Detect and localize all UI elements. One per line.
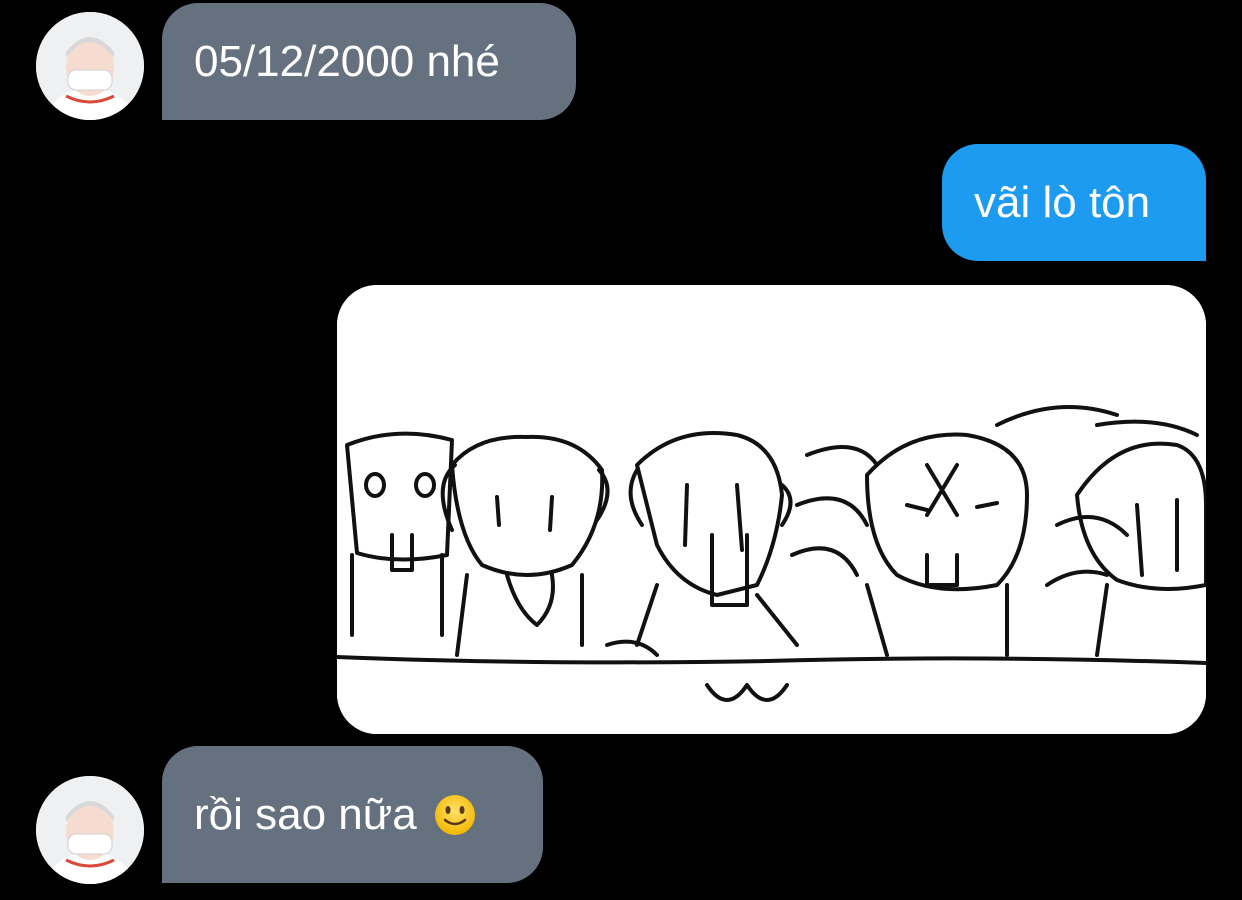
sender-avatar[interactable] [36, 12, 144, 120]
message-bubble-outgoing[interactable]: vãi lò tôn [942, 144, 1206, 261]
message-bubble-incoming[interactable]: 05/12/2000 nhé [162, 3, 576, 120]
slightly-smiling-face-icon [433, 793, 477, 837]
message-text: vãi lò tôn [974, 177, 1151, 227]
message-text: 05/12/2000 nhé [194, 36, 500, 86]
sender-avatar[interactable] [36, 776, 144, 884]
message-bubble-incoming[interactable]: rồi sao nữa [162, 746, 543, 883]
avatar-photo-icon [36, 776, 144, 884]
message-text: rồi sao nữa [194, 789, 417, 839]
chat-thread: 05/12/2000 nhé vãi lò tôn rồi sao nữa [0, 0, 1242, 900]
crying-dogs-sketch-image [337, 285, 1206, 734]
message-image[interactable] [337, 285, 1206, 734]
avatar-photo-icon [36, 12, 144, 120]
